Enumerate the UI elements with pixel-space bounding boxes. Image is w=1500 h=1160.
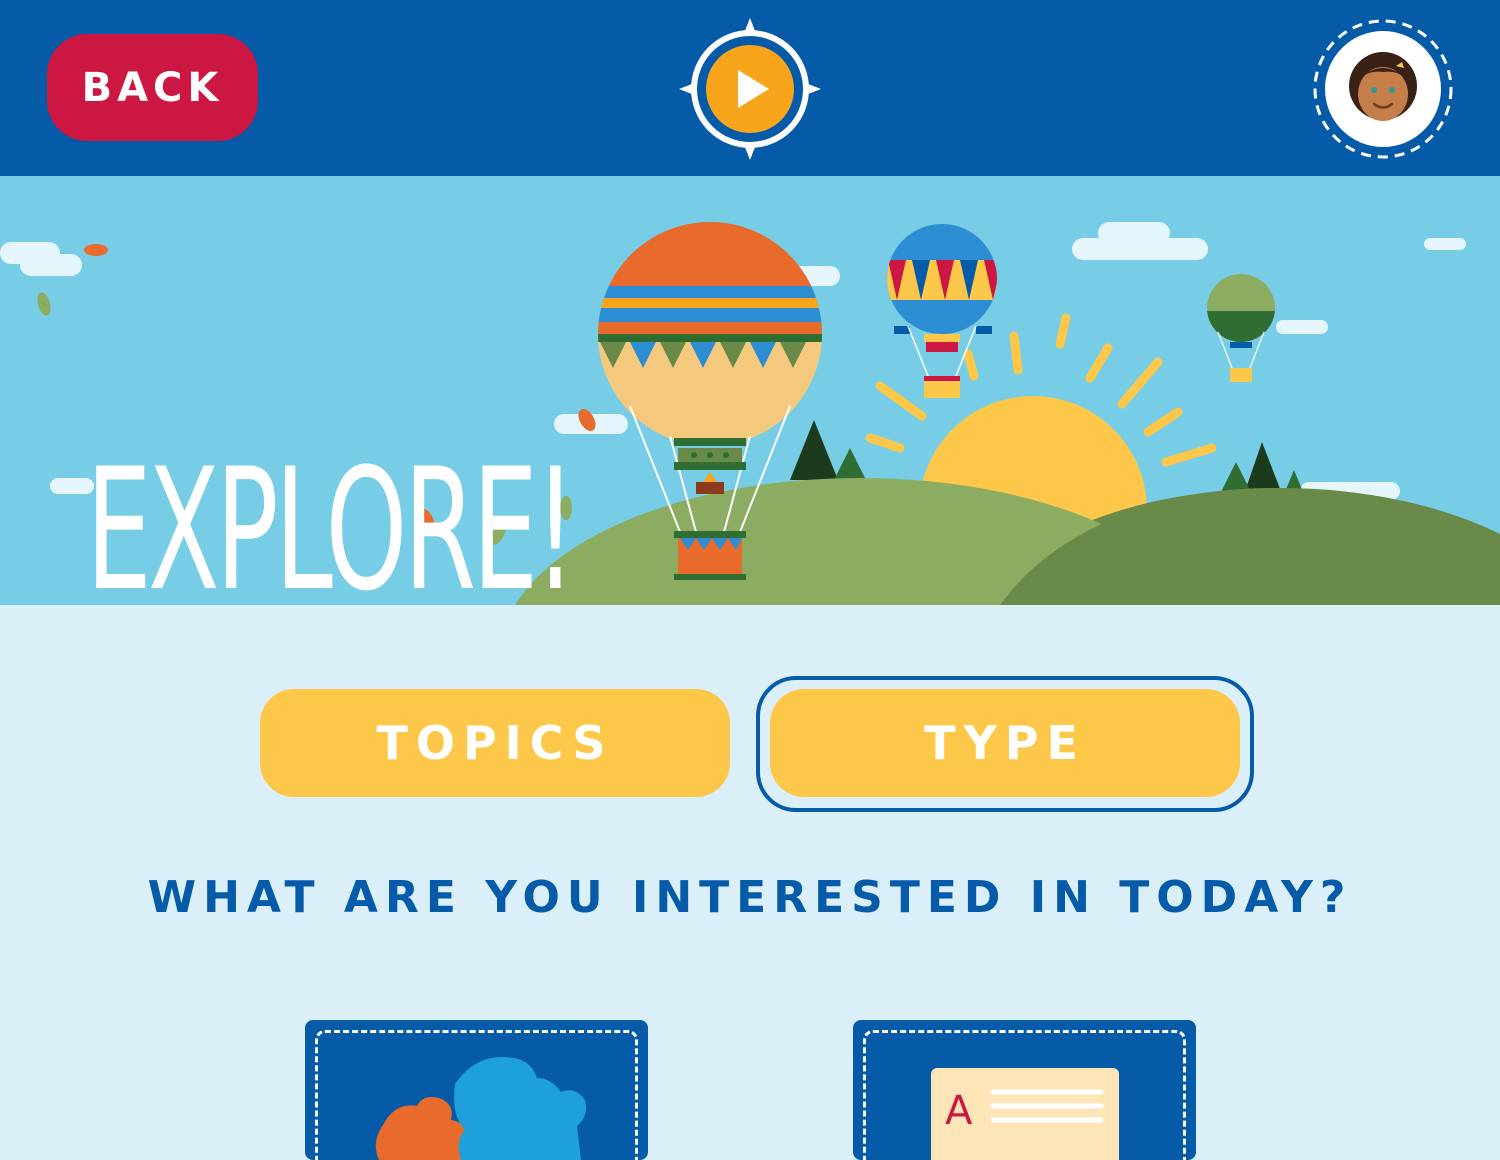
page-question: WHAT ARE YOU INTERESTED IN TODAY?: [147, 872, 1353, 923]
category-card-type[interactable]: A: [853, 1020, 1196, 1160]
tab-topics[interactable]: TOPICS: [260, 689, 730, 797]
top-bar: BACK: [0, 0, 1500, 176]
avatar[interactable]: [1312, 18, 1454, 160]
hot-air-balloon-icon: [1207, 274, 1275, 382]
back-button[interactable]: BACK: [47, 34, 258, 141]
puzzle-icon: [375, 1057, 586, 1160]
document-letter-icon: A: [931, 1068, 1119, 1160]
banner-title: EXPLORE!: [86, 432, 576, 605]
letter-a-icon: A: [945, 1088, 973, 1134]
play-compass-icon[interactable]: [679, 18, 821, 160]
explore-banner: EXPLORE!: [0, 176, 1500, 605]
category-card-topics[interactable]: [305, 1020, 648, 1160]
hot-air-balloon-icon: [887, 224, 997, 398]
tab-type[interactable]: TYPE: [770, 689, 1240, 797]
